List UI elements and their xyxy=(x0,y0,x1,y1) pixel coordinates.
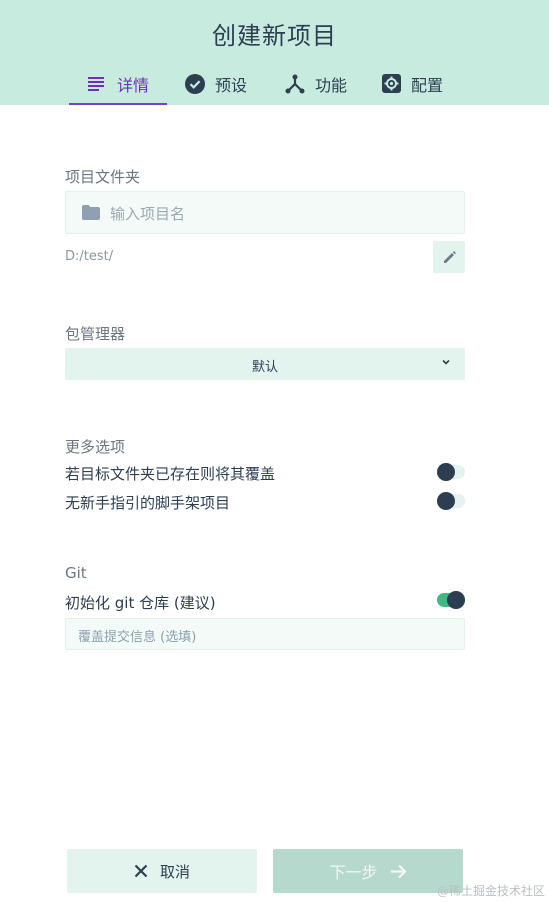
toggle-knob xyxy=(437,492,455,510)
tab-features[interactable]: 功能 xyxy=(285,62,365,105)
tab-details[interactable]: 详情 xyxy=(69,62,167,105)
check-circle-icon xyxy=(185,73,205,94)
skip-guide-option-label: 无新手指引的脚手架项目 xyxy=(65,494,231,512)
commit-message-input[interactable]: 覆盖提交信息 (选填) xyxy=(65,618,465,650)
tab-label: 配置 xyxy=(411,75,444,95)
close-icon xyxy=(134,864,148,878)
next-label: 下一步 xyxy=(329,863,378,882)
overwrite-option-label: 若目标文件夹已存在则将其覆盖 xyxy=(65,465,276,483)
package-manager-value: 默认 xyxy=(251,360,278,375)
header: 创建新项目 详情 预设 功能 配置 xyxy=(0,0,549,105)
toggle-knob xyxy=(447,591,465,609)
edit-path-button[interactable] xyxy=(433,241,465,273)
fork-icon xyxy=(285,74,305,94)
chevron-down-icon xyxy=(441,357,451,367)
git-init-toggle[interactable] xyxy=(437,591,465,609)
git-label: Git xyxy=(65,564,87,582)
list-icon xyxy=(87,74,107,94)
tab-config[interactable]: 配置 xyxy=(381,62,461,105)
watermark: @稀土掘金技术社区 xyxy=(436,884,545,898)
tab-presets[interactable]: 预设 xyxy=(185,62,265,105)
tab-bar: 详情 预设 功能 配置 xyxy=(69,62,461,105)
next-button[interactable]: 下一步 xyxy=(273,849,463,893)
tab-label: 预设 xyxy=(215,75,248,95)
gear-icon xyxy=(381,74,401,94)
arrow-right-icon xyxy=(390,864,407,879)
tab-label: 功能 xyxy=(315,75,348,95)
cancel-label: 取消 xyxy=(159,862,190,881)
more-options-label: 更多选项 xyxy=(65,438,126,456)
project-path: D:/test/ xyxy=(65,249,114,264)
skip-guide-toggle[interactable] xyxy=(437,492,465,510)
project-name-placeholder: 输入项目名 xyxy=(110,205,186,223)
pencil-icon xyxy=(443,250,456,264)
folder-icon xyxy=(82,205,100,224)
cancel-button[interactable]: 取消 xyxy=(67,849,257,893)
project-name-input[interactable]: 输入项目名 xyxy=(65,191,465,234)
commit-message-placeholder: 覆盖提交信息 (选填) xyxy=(78,630,197,645)
project-folder-label: 项目文件夹 xyxy=(65,168,141,186)
package-manager-label: 包管理器 xyxy=(65,325,126,343)
tab-label: 详情 xyxy=(117,75,150,95)
overwrite-toggle[interactable] xyxy=(437,463,465,481)
git-init-label: 初始化 git 仓库 (建议) xyxy=(65,594,216,612)
package-manager-select[interactable]: 默认 xyxy=(65,348,465,380)
toggle-knob xyxy=(437,463,455,481)
page-title: 创建新项目 xyxy=(212,22,337,50)
